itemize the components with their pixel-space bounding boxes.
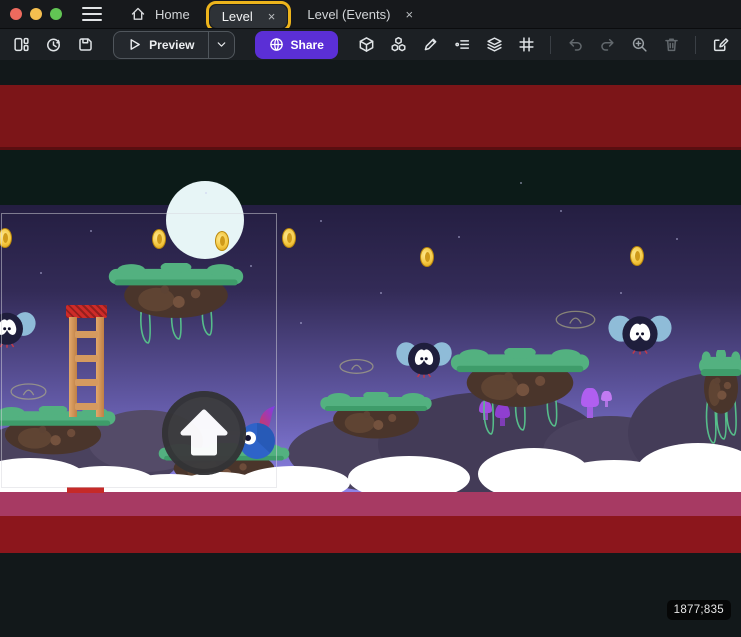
tab-bar: Home Level × Level (Events) × bbox=[118, 0, 425, 28]
coin[interactable] bbox=[420, 247, 434, 267]
tab-label: Level (Events) bbox=[307, 7, 390, 22]
object-groups-button[interactable] bbox=[385, 33, 411, 57]
up-arrow-icon bbox=[183, 412, 225, 453]
delete-button[interactable] bbox=[658, 33, 684, 57]
close-window-button[interactable] bbox=[10, 8, 22, 20]
bat-enemy[interactable] bbox=[608, 311, 672, 355]
bat-enemy[interactable] bbox=[396, 338, 452, 378]
star bbox=[560, 210, 562, 212]
titlebar: Home Level × Level (Events) × bbox=[0, 0, 741, 28]
edit-scene-properties-button[interactable] bbox=[707, 33, 733, 57]
history-button[interactable] bbox=[40, 33, 66, 57]
boundary-red-band-bottom bbox=[0, 516, 741, 553]
trash-icon bbox=[663, 36, 680, 53]
panels-icon bbox=[13, 36, 30, 53]
layers-icon bbox=[486, 36, 503, 53]
traffic-lights bbox=[0, 8, 74, 20]
star bbox=[520, 182, 522, 184]
home-icon bbox=[130, 6, 146, 22]
zoom-in-icon bbox=[631, 36, 648, 53]
star bbox=[205, 192, 207, 194]
star bbox=[320, 220, 322, 222]
coin[interactable] bbox=[630, 246, 644, 266]
preview-button[interactable]: Preview bbox=[113, 31, 234, 59]
close-tab-icon[interactable]: × bbox=[405, 7, 413, 22]
globe-icon bbox=[269, 37, 284, 52]
scene-dark-backdrop bbox=[0, 150, 741, 205]
preview-main[interactable]: Preview bbox=[114, 32, 207, 58]
grid-options-button[interactable] bbox=[513, 33, 539, 57]
minimize-window-button[interactable] bbox=[30, 8, 42, 20]
star bbox=[620, 292, 622, 294]
mushroom-silhouette bbox=[601, 391, 612, 407]
instances-list-button[interactable] bbox=[449, 33, 475, 57]
floating-island[interactable] bbox=[318, 392, 434, 442]
main-menu-icon[interactable] bbox=[82, 7, 102, 21]
open-panels-button[interactable] bbox=[8, 33, 34, 57]
undo-button[interactable] bbox=[562, 33, 588, 57]
redo-button[interactable] bbox=[594, 33, 620, 57]
star bbox=[380, 292, 382, 294]
star bbox=[458, 236, 460, 238]
scene-canvas[interactable]: 1877;835 bbox=[0, 60, 741, 637]
close-tab-icon[interactable]: × bbox=[268, 9, 276, 24]
star bbox=[300, 322, 302, 324]
coin[interactable] bbox=[282, 228, 296, 248]
preview-options-button[interactable] bbox=[208, 32, 234, 58]
preview-label: Preview bbox=[149, 38, 194, 52]
ground-pink-strip bbox=[0, 492, 741, 516]
zoom-in-button[interactable] bbox=[626, 33, 652, 57]
chevron-down-icon bbox=[215, 38, 228, 51]
tutorial-highlight-box: Level × bbox=[206, 1, 292, 32]
tab-level-events[interactable]: Level (Events) × bbox=[295, 3, 425, 26]
object-groups-icon bbox=[390, 36, 407, 53]
instances-list-icon bbox=[454, 36, 471, 53]
undo-icon bbox=[567, 36, 584, 53]
properties-pencil-icon bbox=[422, 36, 439, 53]
star bbox=[676, 238, 678, 240]
ufo-sketch[interactable] bbox=[555, 307, 596, 330]
share-button[interactable]: Share bbox=[255, 31, 338, 59]
tab-home[interactable]: Home bbox=[118, 2, 202, 26]
maximize-window-button[interactable] bbox=[50, 8, 62, 20]
ufo-sketch[interactable] bbox=[339, 356, 374, 375]
save-button[interactable] bbox=[72, 33, 98, 57]
grid-icon bbox=[518, 36, 535, 53]
share-label: Share bbox=[291, 38, 324, 52]
floating-island[interactable] bbox=[448, 348, 592, 436]
boundary-red-band-top bbox=[0, 85, 741, 150]
edit-scene-icon bbox=[712, 36, 729, 53]
floating-island[interactable] bbox=[698, 350, 741, 445]
properties-button[interactable] bbox=[417, 33, 443, 57]
jump-control-button[interactable] bbox=[162, 391, 246, 475]
tab-label: Home bbox=[155, 7, 190, 22]
redo-icon bbox=[599, 36, 616, 53]
cursor-coordinates-badge: 1877;835 bbox=[667, 600, 731, 620]
toolbar: Preview Share bbox=[0, 28, 741, 60]
layers-button[interactable] bbox=[481, 33, 507, 57]
objects-3d-icon bbox=[358, 36, 375, 53]
save-icon bbox=[77, 36, 94, 53]
tab-label: Level bbox=[222, 9, 253, 24]
tab-level[interactable]: Level × bbox=[210, 5, 288, 28]
history-icon bbox=[45, 36, 62, 53]
objects-panel-button[interactable] bbox=[353, 33, 379, 57]
play-icon bbox=[127, 37, 142, 52]
